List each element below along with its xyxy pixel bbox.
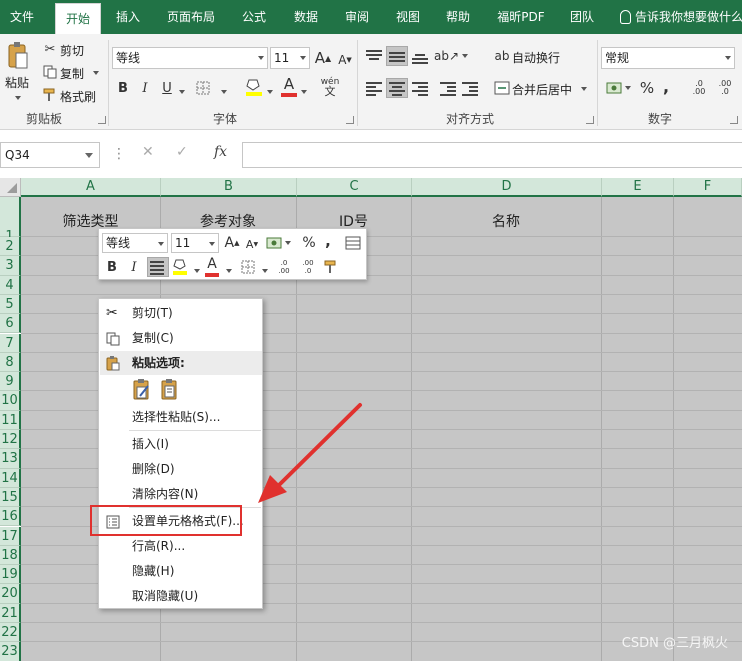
watermark-text: CSDN @三月枫火	[621, 636, 728, 651]
pointer-arrow	[258, 403, 362, 503]
